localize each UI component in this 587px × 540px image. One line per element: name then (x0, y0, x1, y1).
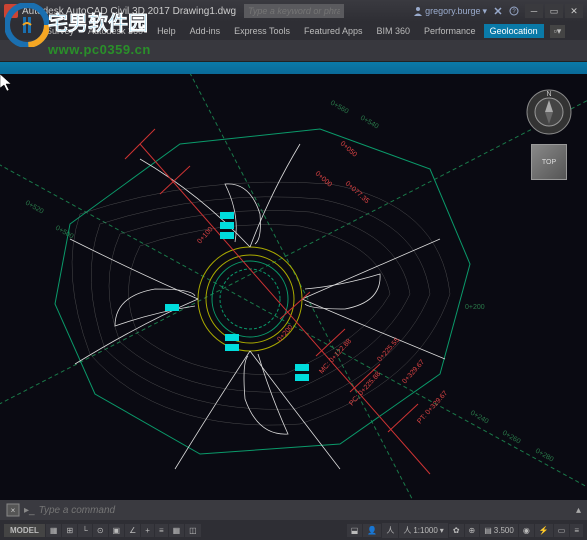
station-label: 0+280 (534, 448, 555, 464)
command-line: × ▸_ ▴ (0, 500, 587, 520)
status-bar: MODEL ▦ ⊞ └ ⊙ ▣ ∠ + ≡ ▦ ◫ ⬓ 👤 人 人 1:1000… (0, 520, 587, 540)
station-label: 0+520 (24, 200, 45, 216)
station-label: PT: 0+329.67 (416, 390, 449, 426)
annotation-monitor[interactable]: ⊕ (465, 524, 480, 537)
station-label: 0+100 (196, 226, 214, 245)
lwt-toggle[interactable]: ≡ (155, 524, 168, 537)
dyn-toggle[interactable]: + (141, 524, 154, 537)
watermark-cn-text: 宅男软件园 (48, 11, 148, 35)
user-badge[interactable]: gregory.burge ▾ (413, 6, 487, 17)
workspace-toggle[interactable]: ✿ (449, 524, 464, 537)
restore-button[interactable]: ▭ (545, 4, 563, 18)
ribbon-expand-icon[interactable]: ▫▾ (550, 25, 566, 38)
command-input[interactable] (39, 505, 576, 516)
nav-compass[interactable]: N (523, 86, 575, 138)
cycle-toggle[interactable]: ◫ (185, 524, 201, 537)
scale-icon[interactable]: 人 (382, 523, 398, 538)
polar-toggle[interactable]: ⊙ (93, 524, 108, 537)
transparency-toggle[interactable]: ▦ (169, 524, 185, 537)
tab-bim360[interactable]: BIM 360 (371, 24, 417, 38)
command-icon: × (6, 503, 20, 517)
help-icon[interactable]: ? (509, 6, 519, 16)
station-label: 0+225.55 (376, 337, 401, 364)
ortho-toggle[interactable]: └ (78, 524, 92, 537)
grid-toggle[interactable]: ▦ (46, 524, 62, 537)
station-label: 0+329.67 (401, 359, 426, 386)
exchange-icon[interactable] (493, 6, 503, 16)
scale-display[interactable]: 人 1:1000 ▾ (399, 523, 447, 538)
tab-geolocation[interactable]: Geolocation (484, 24, 544, 38)
station-label: 0+240 (469, 410, 490, 426)
customize-button[interactable]: ≡ (570, 524, 583, 537)
watermark-logo (5, 3, 49, 52)
user-name: gregory.burge (425, 6, 480, 16)
station-label: 0+077.35 (344, 180, 371, 205)
search-input[interactable] (244, 4, 344, 18)
file-tab-strip[interactable] (0, 62, 587, 74)
minimize-button[interactable]: － (525, 4, 543, 18)
svg-text:N: N (546, 91, 551, 98)
autoscale-toggle[interactable]: 👤 (363, 524, 381, 537)
view-cube[interactable]: TOP (531, 144, 567, 180)
hardware-accel-toggle[interactable]: ⚡ (535, 524, 553, 537)
annotation-toggle[interactable]: ⬓ (347, 524, 363, 537)
user-icon (413, 6, 423, 16)
tab-performance[interactable]: Performance (418, 24, 482, 38)
otrack-toggle[interactable]: ∠ (125, 524, 140, 537)
tab-featured[interactable]: Featured Apps (298, 24, 369, 38)
command-expand-icon[interactable]: ▴ (576, 505, 581, 516)
station-label: 0+000 (314, 170, 333, 188)
station-label: 0+200 (465, 304, 485, 311)
tab-addins[interactable]: Add-ins (184, 24, 227, 38)
svg-text:×: × (11, 506, 16, 515)
isolate-toggle[interactable]: ◉ (519, 524, 534, 537)
units-display[interactable]: ▤ 3.500 (480, 524, 518, 537)
snap-toggle[interactable]: ⊞ (62, 524, 77, 537)
station-label: 0+260 (501, 430, 522, 446)
drawing-canvas[interactable]: 0+000 0+050 0+077.35 0+225.55 0+329.67 P… (0, 74, 587, 500)
station-label: 0+050 (339, 140, 358, 158)
station-label: 0+200 (276, 324, 294, 343)
osnap-toggle[interactable]: ▣ (109, 524, 125, 537)
station-label: 0+500 (54, 225, 75, 241)
clean-screen-toggle[interactable]: ▭ (554, 524, 570, 537)
model-space-button[interactable]: MODEL (4, 524, 45, 537)
watermark-url: www.pc0359.cn (48, 42, 151, 57)
station-label: 0+560 (329, 100, 350, 116)
viewcube-face: TOP (542, 159, 556, 166)
chevron-down-icon: ▾ (482, 6, 487, 17)
station-label: 0+540 (359, 115, 380, 131)
command-prompt-icon: ▸_ (24, 505, 35, 516)
tab-express[interactable]: Express Tools (228, 24, 296, 38)
close-button[interactable]: ✕ (565, 4, 583, 18)
